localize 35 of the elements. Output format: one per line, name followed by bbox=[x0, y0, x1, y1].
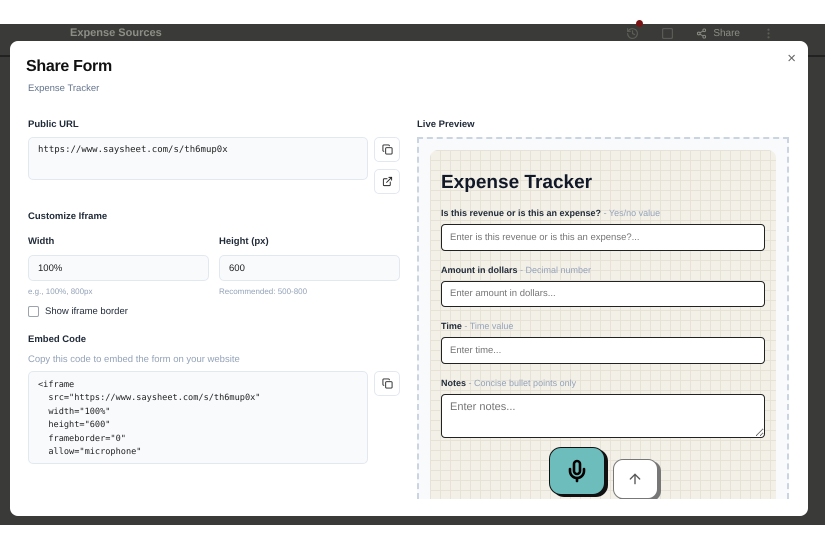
field-label: Height (px) bbox=[219, 236, 270, 247]
open-link-button[interactable] bbox=[374, 169, 400, 194]
page-title: Expense Sources bbox=[70, 27, 163, 39]
section-description: Copy this code to embed the form on your website bbox=[28, 354, 241, 365]
field-hint: e.g., 100%, 800px bbox=[28, 287, 94, 296]
field-hint: Recommended: 500-800 bbox=[219, 287, 308, 296]
height-field[interactable]: 600 bbox=[219, 255, 400, 281]
field-label: Live Preview bbox=[417, 119, 476, 130]
embed-code: <iframe src="https://www.saysheet.com/s/th6mup0x" width="100%" height="600" frameborder="0" allow="microphone" bbox=[28, 371, 368, 464]
text-field[interactable]: Enter is this revenue or is this an expense?... bbox=[441, 224, 765, 251]
form-field-label: Time - Time value bbox=[441, 321, 514, 332]
form-field-label: Amount in dollars - Decimal number bbox=[441, 264, 592, 275]
text-field[interactable]: Enter time... bbox=[441, 337, 765, 364]
checkbox[interactable] bbox=[28, 306, 39, 317]
dialog-title: Share Form bbox=[26, 58, 113, 76]
width-field[interactable]: 100% bbox=[28, 255, 209, 281]
text-field[interactable]: Enter amount in dollars... bbox=[441, 280, 765, 308]
close-button[interactable]: × bbox=[785, 50, 798, 67]
share-icon bbox=[696, 28, 708, 39]
form-title: Expense Tracker bbox=[441, 172, 594, 194]
field-label: Public URL bbox=[28, 119, 80, 130]
notes-field[interactable]: Enter notes... bbox=[441, 394, 765, 438]
url-field[interactable]: https://www.saysheet.com/s/th6mup0x bbox=[28, 137, 368, 180]
form-field-label: Is this revenue or is this an expense? - Yes/no value bbox=[441, 208, 662, 218]
copy-button[interactable] bbox=[374, 371, 400, 396]
section-heading: Customize Iframe bbox=[28, 211, 108, 222]
dialog-subtitle: Expense Tracker bbox=[28, 83, 100, 94]
copy-icon bbox=[382, 144, 392, 155]
section-heading: Embed Code bbox=[28, 334, 88, 345]
field-label: Width bbox=[28, 236, 56, 247]
copy-icon bbox=[382, 378, 392, 389]
form-field-label: Notes - Concise bullet points only bbox=[441, 378, 578, 388]
copy-button[interactable] bbox=[374, 137, 400, 162]
external-link-icon bbox=[382, 176, 392, 187]
checkbox-label: Show iframe border bbox=[45, 306, 128, 317]
